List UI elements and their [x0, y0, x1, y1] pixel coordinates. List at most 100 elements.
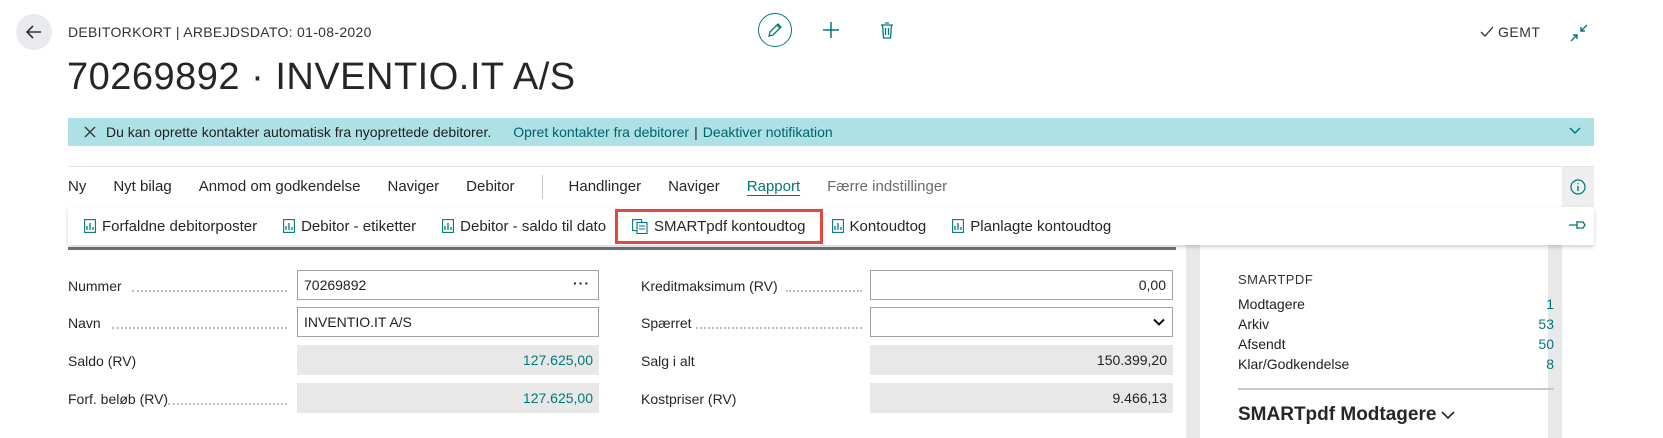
- cue-value[interactable]: 50: [1538, 336, 1554, 352]
- field-label-balance: Saldo (RV): [68, 353, 137, 369]
- field-label-blocked: Spærret: [641, 315, 692, 331]
- factbox-subtitle-label: SMARTpdf Modtagere: [1238, 404, 1437, 425]
- arrow-left-icon: [25, 25, 41, 39]
- dotted-leader: [786, 290, 862, 292]
- report-label: Kontoudtog: [849, 217, 927, 235]
- chevron-down-icon: [1152, 315, 1166, 332]
- menu-item-report[interactable]: Rapport: [747, 178, 800, 195]
- total-sales-value: 150.399,20: [1096, 352, 1167, 368]
- balance-value: 127.625,00: [522, 352, 593, 368]
- number-value: 70269892: [304, 277, 367, 293]
- cue-label: Arkiv: [1238, 316, 1270, 332]
- field-label-total-sales: Salg i alt: [641, 353, 695, 369]
- report-label: SMARTpdf kontoudtog: [654, 217, 806, 235]
- section-rule: [68, 247, 1176, 250]
- name-field[interactable]: INVENTIO.IT A/S: [297, 307, 599, 337]
- cue-archive[interactable]: Arkiv 53: [1238, 316, 1554, 332]
- report-icon: [831, 219, 844, 233]
- top-actions: [758, 13, 904, 47]
- check-icon: [1480, 26, 1494, 37]
- cue-label: Modtagere: [1238, 296, 1305, 312]
- chevron-down-icon: [1441, 411, 1456, 420]
- plus-icon: [823, 22, 839, 38]
- dotted-leader: [132, 290, 287, 292]
- cue-ready-approval[interactable]: Klar/Godkendelse 8: [1238, 356, 1554, 372]
- report-label: Forfaldne debitorposter: [102, 217, 258, 235]
- smartpdf-report-icon: [632, 218, 648, 234]
- report-icon: [84, 219, 96, 233]
- edit-button[interactable]: [758, 13, 792, 47]
- menu-item-navigate-2[interactable]: Naviger: [668, 178, 720, 195]
- overdue-value: 127.625,00: [522, 390, 593, 406]
- field-label-name: Navn: [68, 315, 101, 331]
- lookup-ellipsis-icon[interactable]: ···: [573, 275, 590, 291]
- new-button[interactable]: [814, 13, 848, 47]
- overdue-field[interactable]: 127.625,00: [297, 383, 599, 413]
- factbox-title: SMARTPDF: [1238, 272, 1314, 287]
- blocked-select[interactable]: [870, 307, 1173, 337]
- cue-label: Klar/Godkendelse: [1238, 356, 1350, 372]
- back-button[interactable]: [16, 14, 52, 50]
- report-label: Debitor - etiketter: [301, 217, 417, 235]
- field-label-credit-limit: Kreditmaksimum (RV): [641, 278, 778, 294]
- deactivate-notification-link[interactable]: Deaktiver notifikation: [703, 124, 833, 140]
- number-field[interactable]: 70269892 ···: [297, 270, 599, 300]
- report-balance-to-date[interactable]: Debitor - saldo til dato: [442, 218, 606, 235]
- notification-bar: Du kan oprette kontakter automatisk fra …: [68, 118, 1594, 146]
- menu-item-new-document[interactable]: Nyt bilag: [113, 178, 171, 195]
- trash-icon: [881, 21, 893, 39]
- menu-item-fewer-options[interactable]: Færre indstillinger: [827, 178, 947, 195]
- chevron-down-icon[interactable]: [1568, 124, 1582, 141]
- report-icon: [952, 219, 965, 233]
- cue-value[interactable]: 1: [1546, 296, 1554, 312]
- close-icon[interactable]: [82, 124, 98, 140]
- field-label-overdue: Forf. beløb (RV): [68, 391, 169, 407]
- delete-button[interactable]: [870, 13, 904, 47]
- cue-value[interactable]: 53: [1538, 316, 1554, 332]
- menu-item-customer[interactable]: Debitor: [466, 178, 514, 195]
- dotted-leader: [168, 403, 287, 405]
- collapse-icon: [1570, 24, 1588, 42]
- page-caption: DEBITORKORT | ARBEJDSDATO: 01-08-2020: [68, 24, 372, 40]
- report-customer-labels[interactable]: Debitor - etiketter: [283, 218, 416, 235]
- field-label-number: Nummer: [68, 278, 122, 294]
- report-label: Debitor - saldo til dato: [460, 217, 607, 235]
- create-contacts-link[interactable]: Opret kontakter fra debitorer: [513, 124, 689, 140]
- menu-item-request-approval[interactable]: Anmod om godkendelse: [199, 178, 361, 195]
- balance-field[interactable]: 127.625,00: [297, 345, 599, 375]
- total-sales-field: 150.399,20: [870, 345, 1173, 375]
- credit-limit-value: 0,00: [1138, 277, 1166, 293]
- report-scheduled-statements[interactable]: Planlagte kontoudtog: [952, 218, 1111, 235]
- menu-divider: [541, 174, 543, 199]
- saved-status: GEMT: [1480, 24, 1540, 40]
- report-overdue-entries[interactable]: Forfaldne debitorposter: [84, 218, 257, 235]
- menu-item-actions[interactable]: Handlinger: [569, 178, 642, 195]
- report-statement[interactable]: Kontoudtog: [831, 217, 927, 235]
- pencil-icon: [768, 23, 782, 37]
- dotted-leader: [112, 327, 287, 329]
- pin-icon[interactable]: [1568, 218, 1586, 236]
- field-label-cost: Kostpriser (RV): [641, 391, 737, 407]
- cue-recipients[interactable]: Modtagere 1: [1238, 296, 1554, 312]
- action-menu: Ny Nyt bilag Anmod om godkendelse Navige…: [68, 166, 1594, 207]
- factbox-subtitle[interactable]: SMARTpdf Modtagere: [1238, 404, 1456, 426]
- cost-value: 9.466,13: [1112, 390, 1168, 406]
- report-smartpdf-statement[interactable]: SMARTpdf kontoudtog: [615, 208, 823, 244]
- name-value: INVENTIO.IT A/S: [304, 314, 412, 330]
- factbox-panel: SMARTPDF Modtagere 1 Arkiv 53 Afsendt 50…: [1186, 236, 1562, 438]
- cue-label: Afsendt: [1238, 336, 1286, 352]
- collapse-button[interactable]: [1568, 22, 1590, 44]
- notification-message: Du kan oprette kontakter automatisk fra …: [106, 124, 492, 140]
- menu-item-navigate[interactable]: Naviger: [387, 178, 439, 195]
- info-button[interactable]: [1562, 167, 1594, 207]
- cue-value[interactable]: 8: [1546, 356, 1554, 372]
- menu-item-new[interactable]: Ny: [68, 178, 86, 195]
- cost-field: 9.466,13: [870, 383, 1173, 413]
- info-icon: [1570, 179, 1586, 195]
- page-title: 70269892 · INVENTIO.IT A/S: [67, 56, 576, 98]
- report-label: Planlagte kontoudtog: [970, 217, 1112, 235]
- report-icon: [283, 219, 296, 233]
- credit-limit-field[interactable]: 0,00: [870, 270, 1173, 300]
- factbox-divider: [1238, 388, 1554, 390]
- cue-sent[interactable]: Afsendt 50: [1238, 336, 1554, 352]
